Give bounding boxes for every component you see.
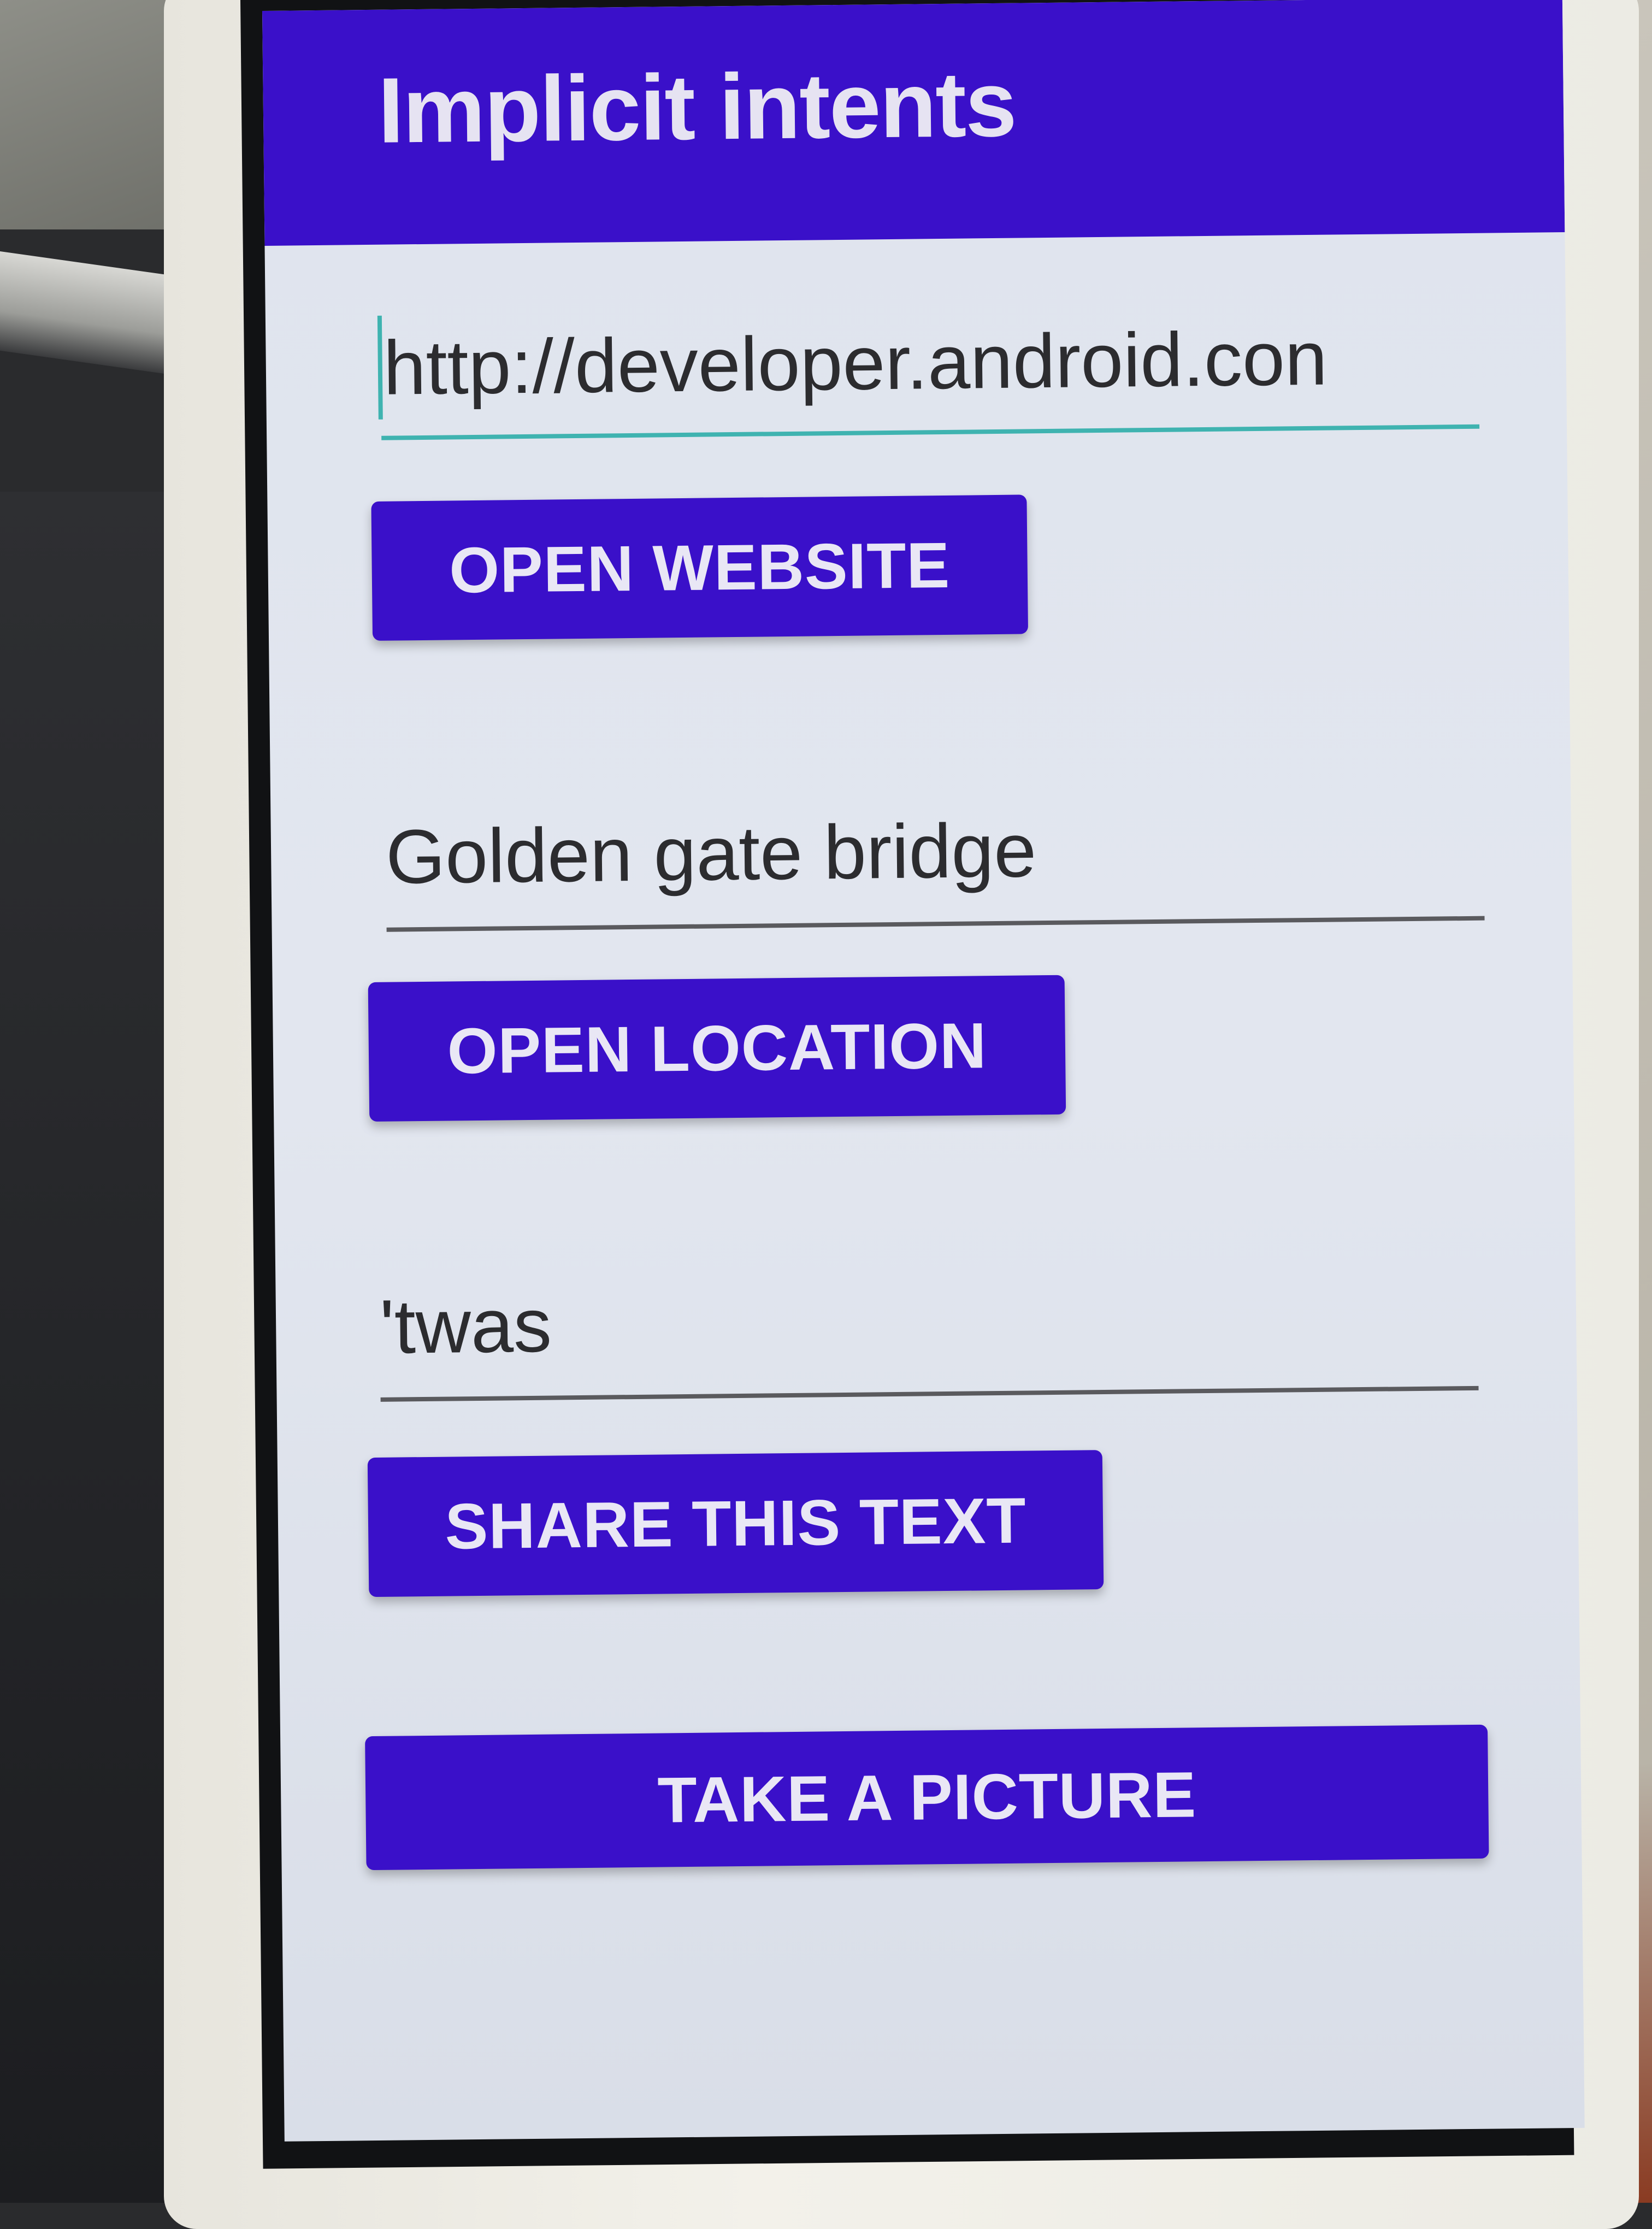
open-location-button[interactable]: OPEN LOCATION <box>368 975 1066 1122</box>
share-text-input[interactable]: 'twas <box>379 1271 1473 1371</box>
share-input-underline <box>380 1385 1479 1402</box>
phone-screen: Implicit intents http://developer.androi… <box>262 0 1585 2142</box>
website-url-input[interactable]: http://developer.android.con <box>383 312 1477 412</box>
app-title: Implicit intents <box>377 52 1017 163</box>
website-input-underline <box>381 424 1480 440</box>
text-cursor <box>377 315 383 420</box>
app-bar: Implicit intents <box>262 0 1565 246</box>
take-picture-button[interactable]: TAKE A PICTURE <box>365 1724 1489 1871</box>
open-website-button[interactable]: OPEN WEBSITE <box>371 494 1029 641</box>
share-text-button[interactable]: SHARE THIS TEXT <box>367 1450 1104 1597</box>
location-input-underline <box>386 916 1485 932</box>
location-input[interactable]: Golden gate bridge <box>385 801 1479 901</box>
